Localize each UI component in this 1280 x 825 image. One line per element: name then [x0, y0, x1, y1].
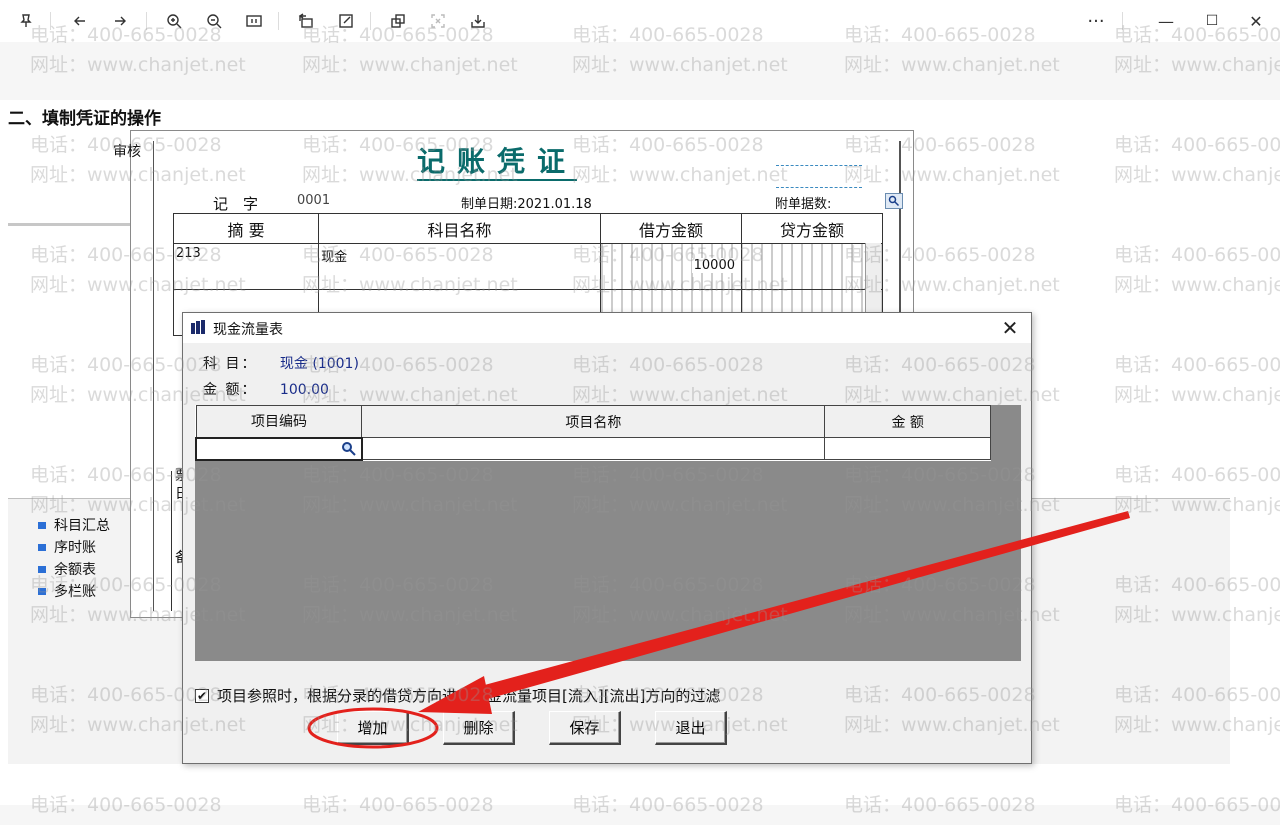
app-icon [191, 320, 205, 334]
nav-item-multi-column[interactable]: 多栏账 [38, 580, 110, 602]
voucher-type: 记 字 [213, 195, 259, 213]
section-heading: 二、填制凭证的操作 [8, 109, 161, 129]
toolbar-separator [370, 12, 371, 30]
voucher-meta: 记 字 0001 制单日期:2021.01.18 附单据数: [131, 193, 891, 213]
amount-row: 金 额： 100.00 [203, 379, 329, 399]
project-grid-area: 项目编码 项目名称 金 额 [195, 405, 1021, 661]
delete-button[interactable]: 删除 [443, 711, 515, 745]
nav-item-journal[interactable]: 序时账 [38, 536, 110, 558]
back-icon[interactable] [68, 9, 92, 33]
dialog-titlebar: 现金流量表 ✕ [183, 313, 1031, 343]
col-project-name: 项目名称 [361, 405, 826, 438]
subject-value: 现金 (1001) [279, 356, 359, 372]
voucher-number: 0001 [297, 193, 331, 208]
rotate-icon[interactable] [294, 9, 318, 33]
nav-item-label: 科目汇总 [54, 518, 110, 534]
toolbar-separator [146, 12, 147, 30]
bullet-icon [38, 543, 46, 551]
col-amount: 金 额 [824, 405, 991, 438]
table-row[interactable] [195, 436, 991, 461]
viewer-toolbar: ··· — ☐ ✕ [0, 0, 1280, 42]
forward-icon[interactable] [108, 9, 132, 33]
table-row[interactable]: 213 现金 10000 [172, 243, 884, 290]
dashed-line [776, 187, 862, 188]
nav-item-balance[interactable]: 余额表 [38, 558, 110, 580]
bullet-icon [38, 521, 46, 529]
filter-checkbox[interactable]: ✔ [195, 688, 209, 703]
pin-icon[interactable] [14, 9, 38, 33]
screenshot-icon[interactable] [426, 9, 450, 33]
debit-value: 10000 [691, 258, 737, 273]
cell-summary[interactable]: 213 [172, 243, 320, 290]
cash-flow-dialog: 现金流量表 ✕ 科 目： 现金 (1001) 金 额： 100.00 项目编码 … [182, 312, 1032, 764]
filter-option[interactable]: ✔ 项目参照时，根据分录的借贷方向进行现金流量项目[流入][流出]方向的过滤 [195, 685, 720, 706]
dialog-title: 现金流量表 [213, 322, 283, 338]
col-credit: 贷方金额 [740, 213, 884, 244]
toolbar-separator [278, 12, 279, 30]
dashed-line [776, 165, 862, 166]
cell-credit[interactable] [740, 243, 884, 290]
amount-value: 100.00 [279, 382, 329, 398]
left-nav-list: 科目汇总 序时账 余额表 多栏账 [38, 514, 110, 602]
subject-label: 科 目： [203, 356, 258, 372]
crop-icon[interactable] [386, 9, 410, 33]
save-icon[interactable] [466, 9, 490, 33]
maximize-button[interactable]: ☐ [1200, 9, 1224, 33]
exit-button[interactable]: 退出 [655, 711, 727, 745]
fit-to-window-icon[interactable] [242, 9, 266, 33]
cell-account[interactable]: 现金 [318, 243, 602, 290]
cell-amount[interactable] [824, 437, 991, 460]
col-account: 科目名称 [318, 213, 602, 244]
minimize-button[interactable]: — [1154, 9, 1178, 33]
edit-icon[interactable] [334, 9, 358, 33]
add-button[interactable]: 增加 [337, 711, 409, 745]
project-code-input[interactable] [197, 439, 337, 458]
voucher-date: 制单日期:2021.01.18 [461, 197, 592, 212]
zoom-in-icon[interactable] [162, 9, 186, 33]
cell-project-name[interactable] [361, 437, 826, 460]
bullet-icon [38, 587, 46, 595]
more-options-icon[interactable]: ··· [1084, 9, 1108, 33]
search-icon[interactable] [341, 441, 357, 457]
save-button[interactable]: 保存 [549, 711, 621, 745]
amount-label: 金 额： [203, 382, 258, 398]
zoom-out-icon[interactable] [202, 9, 226, 33]
attachment-label: 附单据数: [775, 197, 832, 212]
toolbar-separator [50, 12, 51, 30]
subject-row: 科 目： 现金 (1001) [203, 353, 359, 373]
nav-item-label: 余额表 [54, 562, 96, 578]
search-icon[interactable] [885, 193, 903, 209]
close-window-button[interactable]: ✕ [1244, 9, 1268, 33]
cell-project-code[interactable] [195, 436, 363, 461]
col-project-code: 项目编码 [195, 405, 363, 438]
voucher-audit-label: 审核 [113, 144, 141, 160]
voucher-title: 记账凭证 [417, 145, 578, 181]
filter-label: 项目参照时，根据分录的借贷方向进行现金流量项目[流入][流出]方向的过滤 [217, 687, 721, 705]
col-summary: 摘 要 [172, 213, 320, 244]
close-icon[interactable]: ✕ [997, 315, 1023, 341]
col-debit: 借方金额 [600, 213, 742, 244]
project-grid: 项目编码 项目名称 金 额 [195, 405, 991, 461]
nav-item-label: 序时账 [54, 540, 96, 556]
nav-item-label: 多栏账 [54, 584, 96, 600]
bullet-icon [38, 565, 46, 573]
divider [8, 223, 132, 226]
nav-item-subject-summary[interactable]: 科目汇总 [38, 514, 110, 536]
cell-debit[interactable]: 10000 [600, 243, 742, 290]
toolbar-separator [1122, 12, 1123, 30]
